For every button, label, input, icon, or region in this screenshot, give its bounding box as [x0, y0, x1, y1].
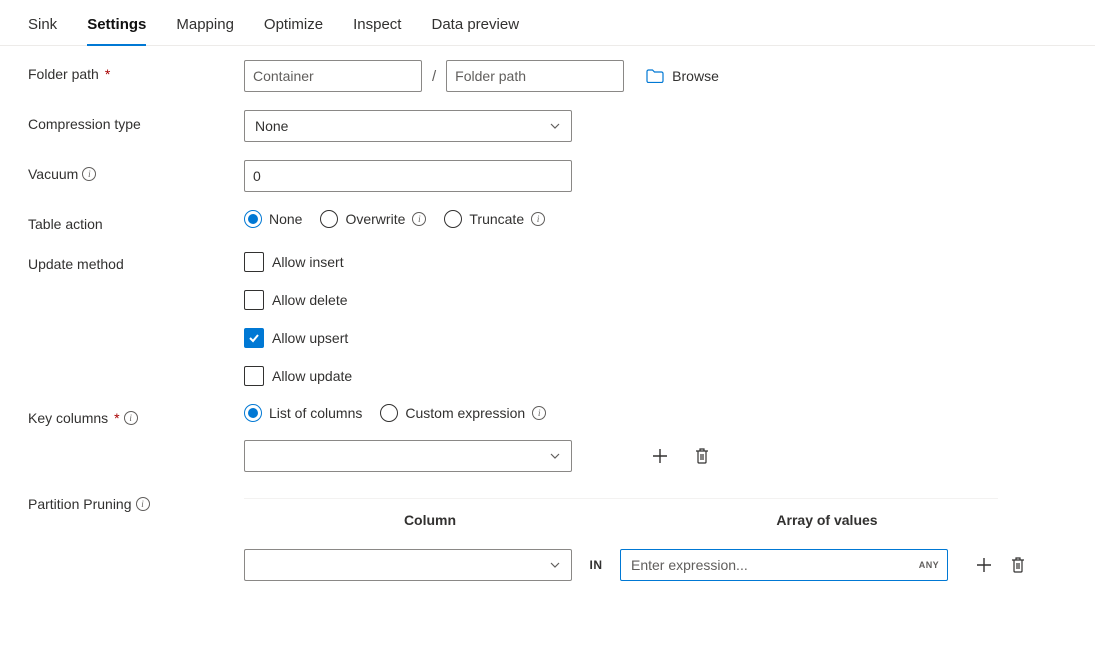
radio-label-truncate: Truncate [469, 211, 524, 227]
checkbox-label-allow-insert: Allow insert [272, 254, 344, 270]
checkbox-label-allow-upsert: Allow upsert [272, 330, 348, 346]
radio-label-overwrite: Overwrite [345, 211, 405, 227]
browse-label: Browse [672, 68, 719, 84]
radio-label-none: None [269, 211, 302, 227]
radio-key-custom[interactable]: Custom expression [380, 404, 546, 422]
info-icon[interactable] [136, 497, 150, 511]
folder-icon [646, 69, 664, 83]
partition-headers: Column Array of values [244, 505, 998, 535]
info-icon[interactable] [532, 406, 546, 420]
tab-data-preview[interactable]: Data preview [431, 15, 519, 45]
compression-select[interactable]: None [244, 110, 572, 142]
label-table-action: Table action [28, 210, 244, 232]
chevron-down-icon [549, 450, 561, 462]
radio-table-action-truncate[interactable]: Truncate [444, 210, 545, 228]
checkbox-allow-delete[interactable]: Allow delete [244, 290, 352, 310]
radio-label-key-list: List of columns [269, 405, 362, 421]
partition-column-select[interactable] [244, 549, 572, 581]
radio-label-key-custom: Custom expression [405, 405, 525, 421]
checkbox-label-allow-update: Allow update [272, 368, 352, 384]
compression-select-value: None [255, 118, 288, 134]
label-partition-pruning: Partition Pruning [28, 490, 244, 512]
chevron-down-icon [549, 559, 561, 571]
trash-icon [1010, 556, 1026, 574]
add-key-column-button[interactable] [648, 444, 672, 468]
plus-icon [975, 556, 993, 574]
browse-button[interactable]: Browse [646, 68, 719, 84]
required-asterisk: * [114, 410, 119, 426]
vacuum-input[interactable] [244, 160, 572, 192]
info-icon[interactable] [531, 212, 545, 226]
label-folder-path: Folder path* [28, 60, 244, 82]
tab-mapping[interactable]: Mapping [176, 15, 234, 45]
column-header-column: Column [244, 512, 616, 528]
add-partition-row-button[interactable] [972, 553, 996, 577]
column-header-array: Array of values [656, 512, 998, 528]
tabs-bar: Sink Settings Mapping Optimize Inspect D… [0, 0, 1095, 46]
folder-input[interactable] [446, 60, 624, 92]
partition-expression-placeholder: Enter expression... [631, 557, 748, 573]
in-operator-label: IN [582, 558, 610, 572]
label-key-columns: Key columns* [28, 404, 244, 426]
tab-settings[interactable]: Settings [87, 15, 146, 45]
delete-key-column-button[interactable] [690, 444, 714, 468]
label-update-method: Update method [28, 250, 244, 272]
tab-sink[interactable]: Sink [28, 15, 57, 45]
radio-table-action-none[interactable]: None [244, 210, 302, 228]
checkbox-label-allow-delete: Allow delete [272, 292, 348, 308]
partition-expression-input[interactable]: Enter expression... ANY [620, 549, 948, 581]
info-icon[interactable] [124, 411, 138, 425]
delete-partition-row-button[interactable] [1006, 553, 1030, 577]
chevron-down-icon [549, 120, 561, 132]
type-badge-any: ANY [919, 560, 939, 570]
checkbox-allow-update[interactable]: Allow update [244, 366, 352, 386]
checkbox-allow-upsert[interactable]: Allow upsert [244, 328, 352, 348]
container-input[interactable] [244, 60, 422, 92]
key-column-select[interactable] [244, 440, 572, 472]
trash-icon [694, 447, 710, 465]
divider [244, 498, 998, 499]
checkbox-allow-insert[interactable]: Allow insert [244, 252, 352, 272]
label-vacuum: Vacuum [28, 160, 244, 182]
info-icon[interactable] [82, 167, 96, 181]
tab-inspect[interactable]: Inspect [353, 15, 401, 45]
label-compression-type: Compression type [28, 110, 244, 132]
tab-optimize[interactable]: Optimize [264, 15, 323, 45]
info-icon[interactable] [412, 212, 426, 226]
radio-table-action-overwrite[interactable]: Overwrite [320, 210, 426, 228]
required-asterisk: * [105, 66, 110, 82]
plus-icon [651, 447, 669, 465]
radio-key-list[interactable]: List of columns [244, 404, 362, 422]
path-separator: / [430, 68, 438, 85]
